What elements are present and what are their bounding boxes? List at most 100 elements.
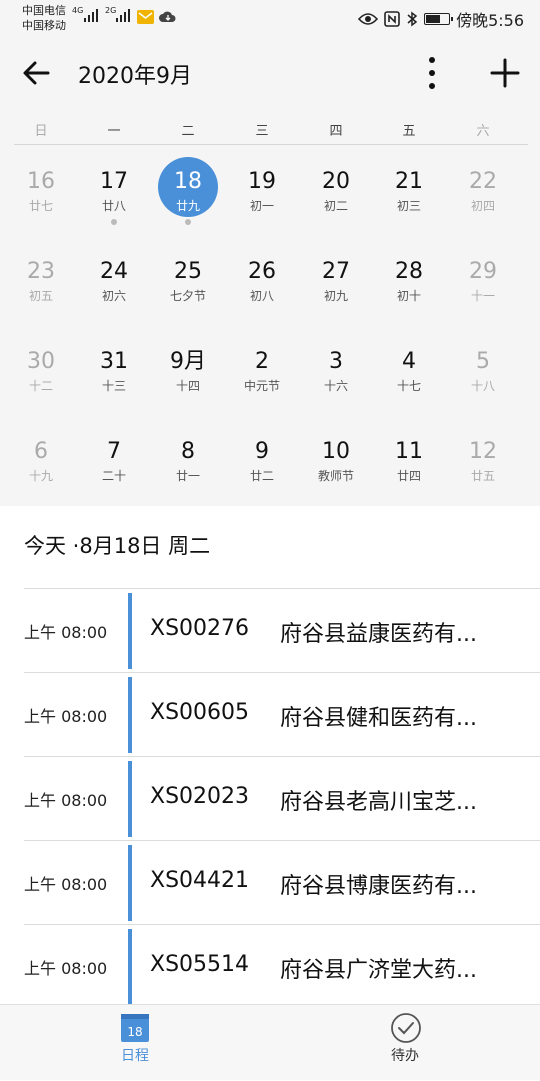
schedule-name: 府谷县益康医药有... [280, 622, 477, 647]
tab-todo-label: 待办 [391, 1048, 419, 1064]
day-cell[interactable]: 26 初八 [225, 257, 299, 337]
day-number: 3 [329, 349, 343, 374]
schedule-time: 上午 08:00 [24, 623, 108, 642]
mail-icon [137, 10, 154, 24]
day-number: 21 [395, 169, 423, 194]
day-number: 25 [174, 259, 202, 284]
day-cell-selected[interactable]: 18 廿九 [151, 157, 225, 247]
day-number: 28 [395, 259, 423, 284]
lunar-date: 十六 [323, 379, 348, 393]
day-cell[interactable]: 23 初五 [4, 257, 78, 337]
nfc-icon [384, 11, 400, 27]
day-cell[interactable]: 21 初三 [372, 167, 446, 247]
lunar-date: 十九 [28, 469, 53, 483]
day-number: 22 [469, 169, 497, 194]
weekday-header: 日一二三四五六 [0, 120, 540, 140]
day-number: 11 [395, 439, 423, 464]
lunar-date: 中元节 [243, 379, 280, 393]
lunar-date: 廿七 [28, 199, 53, 213]
weekday-label: 四 [329, 124, 343, 139]
calendar-icon-badge: 18 [127, 1025, 142, 1039]
weekday-label: 六 [476, 124, 490, 139]
day-number: 6 [34, 439, 48, 464]
tab-schedule-label: 日程 [121, 1048, 149, 1064]
day-cell[interactable]: 9 廿二 [225, 437, 299, 517]
schedule-item[interactable]: 上午 08:00 XS04421 府谷县博康医药有... [0, 841, 540, 925]
day-cell[interactable]: 22 初四 [446, 167, 520, 247]
day-number: 30 [27, 349, 55, 374]
lunar-date: 廿二 [249, 469, 274, 483]
day-cell[interactable]: 12 廿五 [446, 437, 520, 517]
day-number: 23 [27, 259, 55, 284]
schedule-name: 府谷县老高川宝芝... [280, 790, 477, 815]
schedule-name: 府谷县广济堂大药... [280, 958, 477, 983]
day-cell[interactable]: 20 初二 [299, 167, 373, 247]
lunar-date: 初八 [249, 289, 274, 303]
status-bar: 中国电信 中国移动 4G 2G 傍晚5:56 [0, 0, 540, 38]
lunar-date: 二十 [101, 469, 126, 483]
day-cell[interactable]: 4 十七 [372, 347, 446, 427]
day-cell[interactable]: 17 廿八 [77, 167, 151, 247]
day-cell[interactable]: 2 中元节 [225, 347, 299, 427]
tab-schedule[interactable]: 18 日程 [0, 1005, 270, 1081]
schedule-item[interactable]: 上午 08:00 XS02023 府谷县老高川宝芝... [0, 757, 540, 841]
lunar-date: 十四 [175, 379, 200, 393]
event-dot [185, 219, 191, 225]
today-label: 今天 ·8月18日 周二 [24, 534, 211, 558]
more-vertical-icon[interactable] [418, 54, 446, 92]
lunar-date: 十二 [28, 379, 53, 393]
day-cell[interactable]: 5 十八 [446, 347, 520, 427]
lunar-date: 廿八 [101, 199, 126, 213]
day-cell[interactable]: 3 十六 [299, 347, 373, 427]
day-number: 29 [469, 259, 497, 284]
schedule-time: 上午 08:00 [24, 791, 108, 810]
day-number: 5 [476, 349, 490, 374]
day-cell[interactable]: 24 初六 [77, 257, 151, 337]
schedule-time: 上午 08:00 [24, 959, 108, 978]
day-cell[interactable]: 6 十九 [4, 437, 78, 517]
day-number: 27 [322, 259, 350, 284]
status-right: 傍晚5:56 [358, 7, 524, 31]
month-title[interactable]: 2020年9月 [78, 58, 192, 90]
lunar-date: 七夕节 [169, 289, 206, 303]
day-cell[interactable]: 11 廿四 [372, 437, 446, 517]
battery-icon [424, 13, 454, 25]
lunar-date: 初三 [396, 199, 421, 213]
arrow-left-icon[interactable] [20, 56, 54, 90]
schedule-color-bar [128, 929, 132, 1005]
schedule-code: XS04421 [150, 868, 250, 893]
weekday-label: 五 [402, 124, 416, 139]
day-number: 18 [174, 169, 202, 194]
tab-todo[interactable]: 待办 [270, 1005, 540, 1081]
schedule-code: XS05514 [150, 952, 250, 977]
day-cell[interactable]: 28 初十 [372, 257, 446, 337]
schedule-code: XS00605 [150, 700, 250, 725]
signal-icon [116, 8, 132, 22]
day-cell[interactable]: 19 初一 [225, 167, 299, 247]
day-cell[interactable]: 10 教师节 [299, 437, 373, 517]
day-cell[interactable]: 7 二十 [77, 437, 151, 517]
day-cell[interactable]: 31 十三 [77, 347, 151, 427]
schedule-item[interactable]: 上午 08:00 XS00605 府谷县健和医药有... [0, 673, 540, 757]
lunar-date: 十八 [470, 379, 495, 393]
plus-icon[interactable] [488, 56, 522, 90]
carrier2-label: 中国移动 [22, 19, 66, 32]
schedule-item[interactable]: 上午 08:00 XS00276 府谷县益康医药有... [0, 589, 540, 673]
schedule-color-bar [128, 845, 132, 921]
day-cell[interactable]: 30 十二 [4, 347, 78, 427]
day-cell[interactable]: 8 廿一 [151, 437, 225, 517]
day-cell[interactable]: 29 十一 [446, 257, 520, 337]
carrier-info: 中国电信 中国移动 [22, 3, 66, 33]
day-cell[interactable]: 16 廿七 [4, 167, 78, 247]
day-cell[interactable]: 25 七夕节 [151, 257, 225, 337]
schedule-time: 上午 08:00 [24, 707, 108, 726]
lunar-date: 初十 [396, 289, 421, 303]
day-cell[interactable]: 27 初九 [299, 257, 373, 337]
net1-label: 4G [72, 6, 84, 15]
app-header: 2020年9月 [0, 38, 540, 108]
day-number: 19 [248, 169, 276, 194]
lunar-date: 廿四 [396, 469, 421, 483]
day-cell[interactable]: 9月 十四 [151, 347, 225, 427]
schedule-item[interactable]: 上午 08:00 XS05514 府谷县广济堂大药... [0, 925, 540, 1009]
lunar-date: 初二 [323, 199, 348, 213]
